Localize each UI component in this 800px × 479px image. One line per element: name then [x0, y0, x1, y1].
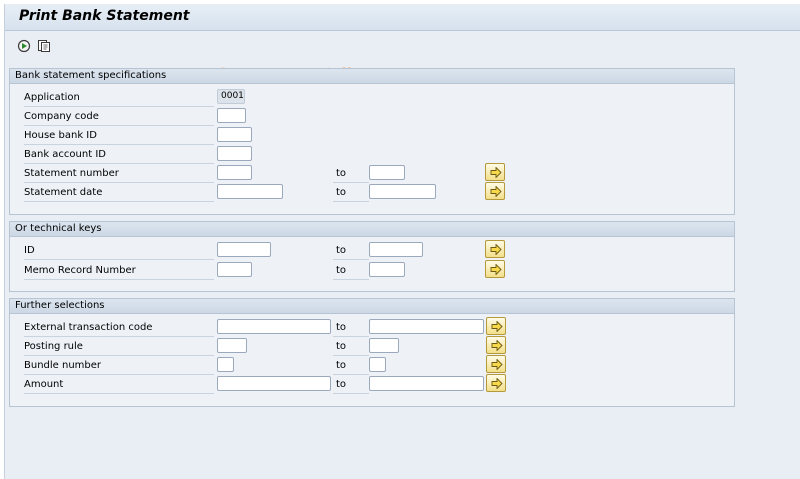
bundle-number-multiple-selection-button[interactable] — [486, 355, 506, 373]
to-label: to — [333, 357, 369, 375]
application-field: 0001 — [217, 89, 245, 104]
arrow-right-icon — [490, 244, 502, 255]
bank-account-label: Bank account ID — [24, 146, 214, 164]
statement-date-multiple-selection-button[interactable] — [485, 182, 505, 200]
row-statement-date: Statement date to — [10, 182, 734, 202]
group-technical-keys: Or technical keys ID to Memo Record Numb… — [9, 221, 735, 292]
amount-from-input[interactable] — [217, 376, 331, 391]
statement-number-from-input[interactable] — [217, 165, 252, 180]
memo-record-from-input[interactable] — [217, 262, 252, 277]
group-further-selections: Further selections External transaction … — [9, 298, 735, 407]
house-bank-input[interactable] — [217, 127, 252, 142]
memo-record-multiple-selection-button[interactable] — [485, 260, 505, 278]
house-bank-label: House bank ID — [24, 127, 214, 145]
posting-rule-label: Posting rule — [24, 338, 214, 356]
ext-transaction-label: External transaction code — [24, 319, 214, 337]
bank-account-input[interactable] — [217, 146, 252, 161]
id-label: ID — [24, 242, 214, 260]
ext-transaction-to-input[interactable] — [369, 319, 484, 334]
company-code-label: Company code — [24, 108, 214, 126]
row-id: ID to — [10, 240, 734, 260]
company-code-input[interactable] — [217, 108, 246, 123]
group-title: Bank statement specifications — [10, 69, 734, 84]
amount-multiple-selection-button[interactable] — [486, 374, 506, 392]
arrow-right-icon — [491, 378, 503, 389]
arrow-right-icon — [490, 186, 502, 197]
to-label: to — [333, 242, 369, 260]
arrow-right-icon — [490, 264, 502, 275]
to-label: to — [333, 376, 369, 394]
to-label: to — [333, 262, 369, 280]
row-bundle-number: Bundle number to — [10, 355, 734, 375]
group-bank-statement-specifications: Bank statement specifications Applicatio… — [9, 68, 735, 215]
page-title: Print Bank Statement — [19, 8, 190, 24]
row-company-code: Company code — [10, 108, 734, 126]
row-bank-account: Bank account ID — [10, 146, 734, 164]
id-from-input[interactable] — [217, 242, 271, 257]
amount-label: Amount — [24, 376, 214, 394]
to-label: to — [333, 184, 369, 202]
application-toolbar: © www.tutorialkart.com — [5, 31, 800, 83]
row-statement-number: Statement number to — [10, 163, 734, 183]
statement-date-label: Statement date — [24, 184, 214, 202]
get-variant-icon[interactable] — [37, 39, 51, 53]
id-to-input[interactable] — [369, 242, 423, 257]
ext-transaction-from-input[interactable] — [217, 319, 331, 334]
execute-icon[interactable] — [17, 39, 31, 53]
to-label: to — [333, 165, 369, 183]
arrow-right-icon — [491, 359, 503, 370]
bundle-number-label: Bundle number — [24, 357, 214, 375]
amount-to-input[interactable] — [369, 376, 484, 391]
memo-record-to-input[interactable] — [369, 262, 405, 277]
statement-number-label: Statement number — [24, 165, 214, 183]
row-house-bank: House bank ID — [10, 127, 734, 145]
bundle-number-from-input[interactable] — [217, 357, 234, 372]
title-bar: Print Bank Statement — [5, 4, 800, 31]
statement-number-multiple-selection-button[interactable] — [485, 163, 505, 181]
group-title: Or technical keys — [10, 222, 734, 237]
statement-date-to-input[interactable] — [369, 184, 436, 199]
sap-screen: Print Bank Statement © www.tutorialkart.… — [4, 4, 800, 479]
memo-record-label: Memo Record Number — [24, 262, 214, 280]
row-amount: Amount to — [10, 374, 734, 394]
row-ext-transaction: External transaction code to — [10, 317, 734, 337]
id-multiple-selection-button[interactable] — [485, 240, 505, 258]
statement-number-to-input[interactable] — [369, 165, 405, 180]
ext-transaction-multiple-selection-button[interactable] — [486, 317, 506, 335]
group-title: Further selections — [10, 299, 734, 314]
row-posting-rule: Posting rule to — [10, 336, 734, 356]
arrow-right-icon — [490, 167, 502, 178]
arrow-right-icon — [491, 321, 503, 332]
posting-rule-from-input[interactable] — [217, 338, 247, 353]
to-label: to — [333, 338, 369, 356]
application-label: Application — [24, 89, 214, 107]
posting-rule-to-input[interactable] — [369, 338, 399, 353]
to-label: to — [333, 319, 369, 337]
posting-rule-multiple-selection-button[interactable] — [486, 336, 506, 354]
bundle-number-to-input[interactable] — [369, 357, 386, 372]
row-memo-record: Memo Record Number to — [10, 260, 734, 280]
arrow-right-icon — [491, 340, 503, 351]
row-application: Application 0001 — [10, 89, 734, 107]
statement-date-from-input[interactable] — [217, 184, 283, 199]
